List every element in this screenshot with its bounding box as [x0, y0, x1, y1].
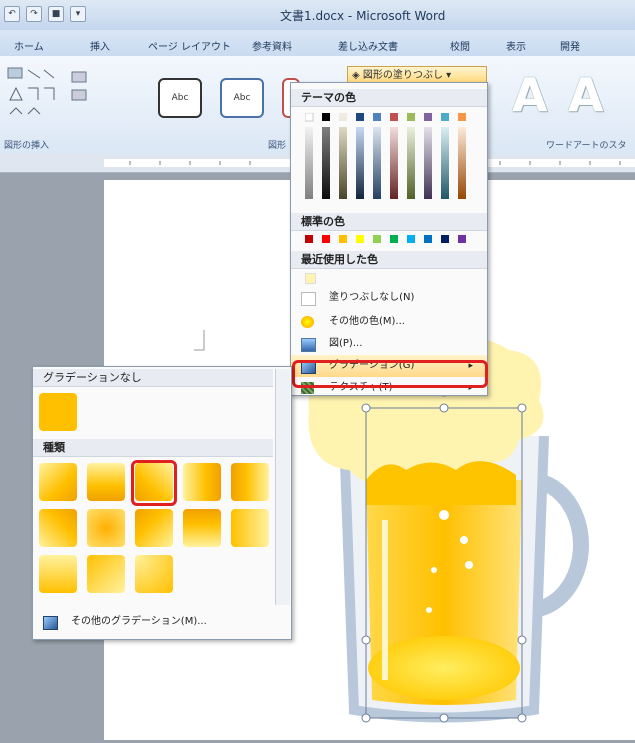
recent-colors-header: 最近使用した色 [291, 251, 487, 269]
menu-more-colors[interactable]: その他の色(M)... [291, 311, 487, 333]
picture-label: 図(P)... [329, 338, 363, 349]
gradient-none-swatch[interactable] [39, 393, 77, 431]
gradient-variation-9[interactable] [183, 509, 221, 547]
gradient-variation-2[interactable] [87, 463, 125, 501]
gradient-variation-1[interactable] [39, 463, 77, 501]
menu-picture[interactable]: 図(P)... [291, 333, 487, 355]
gradient-variation-5[interactable] [231, 463, 269, 501]
tab-insert[interactable]: 挿入 [90, 38, 110, 53]
save-icon[interactable]: ■ [48, 6, 64, 22]
tab-page-layout[interactable]: ページ レイアウト [148, 38, 231, 53]
shape-fill-label: 図形の塗りつぶし [362, 70, 443, 81]
title-bar: ↶ ↷ ■ ▾ 文書1.docx - Microsoft Word [0, 0, 635, 30]
wordart-style-1[interactable]: A [512, 70, 558, 120]
group-shape-styles-label: 図形 [268, 141, 287, 151]
no-fill-icon [301, 292, 316, 306]
window-title: 文書1.docx - Microsoft Word [280, 9, 446, 23]
group-wordart-label: ワードアートのスタ [546, 141, 627, 151]
shape-fill-menu: テーマの色 標準の色 最近使用した色 塗りつぶしなし(N) その他の色(M)..… [290, 82, 488, 396]
tab-review[interactable]: 校閲 [450, 38, 470, 53]
wordart-style-2[interactable]: A [568, 70, 614, 120]
theme-colors-header: テーマの色 [291, 89, 487, 107]
gradient-variation-4[interactable] [183, 463, 221, 501]
foam-drip [366, 461, 516, 505]
paint-bucket-icon: ◈ [352, 70, 363, 81]
gradient-icon [43, 616, 58, 630]
gradient-variation-12[interactable] [87, 555, 125, 593]
customize-qat-icon[interactable]: ▾ [70, 6, 86, 22]
redo-icon[interactable]: ↷ [26, 6, 42, 22]
more-colors-label: その他の色(M)... [329, 316, 405, 327]
gradient-variation-13[interactable] [135, 555, 173, 593]
gradient-variation-11[interactable] [39, 555, 77, 593]
gradient-variation-8[interactable] [135, 509, 173, 547]
standard-color-row[interactable] [305, 235, 475, 245]
tab-references[interactable]: 参考資料 [252, 38, 292, 53]
gradient-highlight-frame [292, 360, 488, 388]
tab-developer[interactable]: 開発 [560, 38, 580, 53]
color-wheel-icon [301, 316, 314, 328]
group-insert-shapes-label: 図形の挿入 [4, 141, 50, 151]
shapes-gallery[interactable] [6, 64, 96, 124]
gradient-variation-10[interactable] [231, 509, 269, 547]
tab-view[interactable]: 表示 [506, 38, 526, 53]
quick-access-toolbar: ↶ ↷ ■ ▾ [4, 6, 86, 22]
paragraph-mark [194, 330, 205, 351]
beer-bottom-ellipse [368, 636, 520, 700]
theme-color-grid[interactable] [305, 113, 475, 203]
no-gradient-header: グラデーションなし [33, 369, 273, 387]
gradient-scrollbar[interactable] [275, 369, 290, 605]
ribbon-tabs: ホーム 挿入 ページ レイアウト 参考資料 差し込み文書 校閲 表示 開発 [0, 30, 635, 57]
menu-more-gradients[interactable]: その他のグラデーション(M)... [33, 611, 289, 633]
gradient-variation-6[interactable] [39, 509, 77, 547]
variations-header: 種類 [33, 439, 273, 457]
shape-style-2[interactable]: Abc [220, 78, 264, 118]
menu-no-fill[interactable]: 塗りつぶしなし(N) [291, 287, 487, 309]
recent-color-swatch[interactable] [305, 273, 316, 284]
picture-icon [301, 338, 316, 352]
shape-style-1[interactable]: Abc [158, 78, 202, 118]
selected-variation-highlight [131, 460, 177, 506]
undo-icon[interactable]: ↶ [4, 6, 20, 22]
tab-mailings[interactable]: 差し込み文書 [338, 38, 398, 53]
glass-shine [382, 520, 388, 680]
tab-home[interactable]: ホーム [14, 38, 44, 53]
no-fill-label: 塗りつぶしなし(N) [329, 292, 415, 303]
standard-colors-header: 標準の色 [291, 213, 487, 231]
gradient-variation-7[interactable] [87, 509, 125, 547]
more-gradients-label: その他のグラデーション(M)... [71, 616, 207, 627]
